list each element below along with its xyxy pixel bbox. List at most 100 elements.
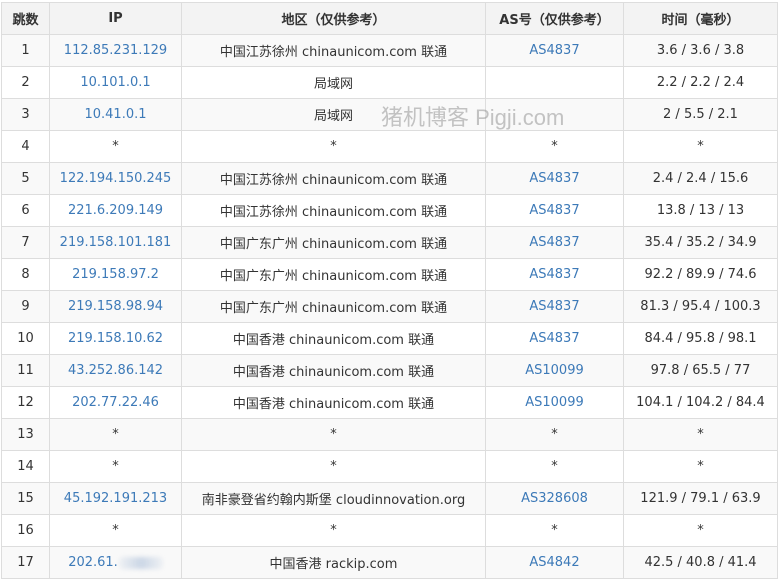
region-cell: 中国广东广州 chinaunicom.com 联通 (181, 290, 486, 323)
hop-cell: 10 (1, 322, 50, 355)
ip-link[interactable]: 221.6.209.149 (49, 194, 182, 227)
time-cell: * (623, 514, 778, 547)
ip-link[interactable]: 219.158.101.181 (49, 226, 182, 259)
asn-cell: * (485, 450, 624, 483)
table-row: 2 10.101.0.1 局域网 2.2 / 2.2 / 2.4 (1, 66, 778, 99)
region-cell: * (181, 450, 486, 483)
region-cell: * (181, 418, 486, 451)
ip-cell: * (49, 130, 182, 163)
time-cell: 35.4 / 35.2 / 34.9 (623, 226, 778, 259)
time-cell: 92.2 / 89.9 / 74.6 (623, 258, 778, 291)
asn-link[interactable]: AS4837 (485, 194, 624, 227)
asn-link[interactable]: AS4837 (485, 162, 624, 195)
ip-link[interactable]: 112.85.231.129 (49, 34, 182, 67)
table-row: 12 202.77.22.46 中国香港 chinaunicom.com 联通 … (1, 386, 778, 419)
time-cell: 84.4 / 95.8 / 98.1 (623, 322, 778, 355)
ip-link-redacted[interactable]: 202.61. (49, 546, 182, 579)
ip-link[interactable]: 10.41.0.1 (49, 98, 182, 131)
region-cell: 中国香港 rackip.com (181, 546, 486, 579)
hop-cell: 17 (1, 546, 50, 579)
hop-cell: 12 (1, 386, 50, 419)
region-cell: 局域网 (181, 66, 486, 99)
time-cell: 104.1 / 104.2 / 84.4 (623, 386, 778, 419)
asn-link[interactable]: AS10099 (485, 386, 624, 419)
header-time: 时间（毫秒） (623, 2, 778, 35)
time-cell: 42.5 / 40.8 / 41.4 (623, 546, 778, 579)
time-cell: * (623, 130, 778, 163)
region-cell: 中国广东广州 chinaunicom.com 联通 (181, 226, 486, 259)
time-cell: 13.8 / 13 / 13 (623, 194, 778, 227)
hop-cell: 5 (1, 162, 50, 195)
ip-link[interactable]: 219.158.97.2 (49, 258, 182, 291)
ip-link[interactable]: 202.77.22.46 (49, 386, 182, 419)
time-cell: 97.8 / 65.5 / 77 (623, 354, 778, 387)
ip-link[interactable]: 122.194.150.245 (49, 162, 182, 195)
region-cell: 中国香港 chinaunicom.com 联通 (181, 354, 486, 387)
asn-cell: * (485, 418, 624, 451)
header-hop: 跳数 (1, 2, 50, 35)
header-ip: IP (49, 2, 182, 35)
hop-cell: 7 (1, 226, 50, 259)
time-cell: * (623, 418, 778, 451)
table-row: 14 * * * * (1, 450, 778, 483)
ip-link[interactable]: 219.158.98.94 (49, 290, 182, 323)
time-cell: 3.6 / 3.6 / 3.8 (623, 34, 778, 67)
region-cell: 中国江苏徐州 chinaunicom.com 联通 (181, 162, 486, 195)
table-row: 8 219.158.97.2 中国广东广州 chinaunicom.com 联通… (1, 258, 778, 291)
table-row: 3 10.41.0.1 局域网 2 / 5.5 / 2.1 (1, 98, 778, 131)
table-row: 4 * * * * (1, 130, 778, 163)
asn-link[interactable]: AS4837 (485, 34, 624, 67)
asn-link[interactable]: AS10099 (485, 354, 624, 387)
header-asn: AS号（仅供参考） (485, 2, 624, 35)
table-row: 13 * * * * (1, 418, 778, 451)
hop-cell: 2 (1, 66, 50, 99)
table-row: 5 122.194.150.245 中国江苏徐州 chinaunicom.com… (1, 162, 778, 195)
table-header-row: 跳数 IP 地区（仅供参考） AS号（仅供参考） 时间（毫秒） (1, 2, 778, 35)
table-row: 16 * * * * (1, 514, 778, 547)
hop-cell: 13 (1, 418, 50, 451)
hop-cell: 6 (1, 194, 50, 227)
ip-link[interactable]: 219.158.10.62 (49, 322, 182, 355)
asn-cell-empty (485, 98, 624, 131)
asn-link[interactable]: AS4837 (485, 258, 624, 291)
region-cell: 中国广东广州 chinaunicom.com 联通 (181, 258, 486, 291)
table-row: 1 112.85.231.129 中国江苏徐州 chinaunicom.com … (1, 34, 778, 67)
region-cell: 中国香港 chinaunicom.com 联通 (181, 386, 486, 419)
time-cell: 2 / 5.5 / 2.1 (623, 98, 778, 131)
ip-link[interactable]: 43.252.86.142 (49, 354, 182, 387)
region-cell: 中国江苏徐州 chinaunicom.com 联通 (181, 194, 486, 227)
ip-cell: * (49, 514, 182, 547)
time-cell: 2.2 / 2.2 / 2.4 (623, 66, 778, 99)
hop-cell: 15 (1, 482, 50, 515)
region-cell: 南非豪登省约翰内斯堡 cloudinnovation.org (181, 482, 486, 515)
hop-cell: 4 (1, 130, 50, 163)
ip-visible-part: 202.61. (68, 555, 118, 570)
ip-link[interactable]: 45.192.191.213 (49, 482, 182, 515)
time-cell: * (623, 450, 778, 483)
asn-cell-empty (485, 66, 624, 99)
asn-cell: * (485, 130, 624, 163)
asn-link[interactable]: AS328608 (485, 482, 624, 515)
asn-cell: * (485, 514, 624, 547)
region-cell: * (181, 130, 486, 163)
asn-link[interactable]: AS4842 (485, 546, 624, 579)
traceroute-table: 跳数 IP 地区（仅供参考） AS号（仅供参考） 时间（毫秒） 1 112.85… (1, 2, 778, 579)
hop-cell: 1 (1, 34, 50, 67)
ip-cell: * (49, 450, 182, 483)
header-region: 地区（仅供参考） (181, 2, 486, 35)
table-row: 7 219.158.101.181 中国广东广州 chinaunicom.com… (1, 226, 778, 259)
asn-link[interactable]: AS4837 (485, 226, 624, 259)
table-row: 17 202.61. 中国香港 rackip.com AS4842 42.5 /… (1, 546, 778, 579)
hop-cell: 3 (1, 98, 50, 131)
region-cell: 中国江苏徐州 chinaunicom.com 联通 (181, 34, 486, 67)
table-row: 9 219.158.98.94 中国广东广州 chinaunicom.com 联… (1, 290, 778, 323)
table-row: 15 45.192.191.213 南非豪登省约翰内斯堡 cloudinnova… (1, 482, 778, 515)
table-row: 6 221.6.209.149 中国江苏徐州 chinaunicom.com 联… (1, 194, 778, 227)
redaction-blur (118, 556, 163, 569)
region-cell: * (181, 514, 486, 547)
time-cell: 2.4 / 2.4 / 15.6 (623, 162, 778, 195)
ip-link[interactable]: 10.101.0.1 (49, 66, 182, 99)
asn-link[interactable]: AS4837 (485, 322, 624, 355)
ip-cell: * (49, 418, 182, 451)
asn-link[interactable]: AS4837 (485, 290, 624, 323)
